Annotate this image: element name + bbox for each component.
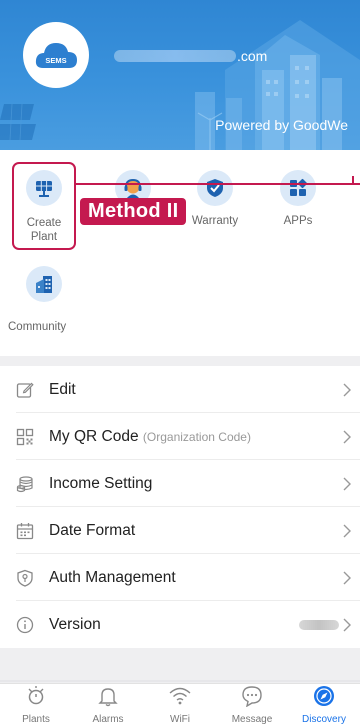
chevron-right-icon <box>343 430 351 443</box>
version-value-redacted <box>299 619 339 630</box>
divider <box>0 680 360 682</box>
tool-label: APPs <box>283 215 313 227</box>
apps-grid-icon <box>280 170 316 206</box>
tool-warranty[interactable]: Warranty <box>174 170 256 228</box>
chevron-right-icon <box>343 618 351 631</box>
chevron-right-icon <box>343 524 351 537</box>
powered-by-label: Powered by GoodWe <box>215 117 348 133</box>
account-email: .com <box>114 48 267 64</box>
chevron-right-icon <box>343 477 351 490</box>
menu-item-edit[interactable]: Edit <box>0 366 360 413</box>
tool-label: Community <box>8 321 67 333</box>
shield-key-icon <box>17 569 33 587</box>
menu-item-date-format[interactable]: Date Format <box>0 507 360 554</box>
community-building-icon <box>26 266 62 302</box>
tab-message[interactable]: Message <box>216 684 288 726</box>
menu-item-income-setting[interactable]: Income Setting <box>0 460 360 507</box>
bottom-tab-bar: Plants Alarms WiFi Message Discovery <box>0 683 360 726</box>
edit-icon <box>16 382 34 398</box>
email-redacted <box>114 50 236 62</box>
tool-label: Warranty <box>191 215 239 227</box>
chevron-right-icon <box>343 383 351 396</box>
menu-item-auth-management[interactable]: Auth Management <box>0 554 360 601</box>
annotation-method-label: Method II <box>80 198 187 225</box>
tab-discovery[interactable]: Discovery <box>288 684 360 726</box>
menu-label: Edit <box>49 380 76 398</box>
calendar-icon <box>16 522 34 539</box>
menu-item-version[interactable]: Version <box>0 601 360 648</box>
menu-label: Version <box>49 615 101 633</box>
settings-menu: Edit My QR Code (Organization Code) Inco… <box>0 366 360 648</box>
tab-alarms[interactable]: Alarms <box>72 684 144 726</box>
bell-icon <box>98 688 118 707</box>
qr-label: My QR Code <box>49 427 139 445</box>
tab-label: Message <box>231 714 273 725</box>
tool-community[interactable]: Community <box>3 266 85 334</box>
profile-header: SEMS .com Powered by GoodWe <box>0 0 360 150</box>
tool-apps[interactable]: APPs <box>257 170 339 228</box>
annotation-highlight-box <box>12 162 76 250</box>
menu-label: My QR Code (Organization Code) <box>49 428 251 446</box>
qr-code-icon <box>16 428 34 445</box>
menu-label: Auth Management <box>49 568 176 586</box>
logo-text: SEMS <box>45 56 66 65</box>
annotation-line <box>76 183 360 185</box>
email-suffix: .com <box>237 48 268 64</box>
chevron-right-icon <box>343 571 351 584</box>
menu-label: Income Setting <box>49 474 153 492</box>
avatar[interactable]: SEMS <box>23 22 89 88</box>
tab-label: Plants <box>22 714 50 725</box>
coins-icon <box>16 475 33 492</box>
qr-sublabel: (Organization Code) <box>142 429 251 444</box>
shield-check-icon <box>197 170 233 206</box>
tab-label: WiFi <box>170 714 190 725</box>
tab-label: Discovery <box>302 714 346 725</box>
info-icon <box>16 616 34 633</box>
annotation-line-end <box>352 176 354 184</box>
tab-plants[interactable]: Plants <box>0 684 72 726</box>
menu-item-my-qr-code[interactable]: My QR Code (Organization Code) <box>0 413 360 460</box>
sems-logo-icon: SEMS <box>35 43 77 68</box>
tab-wifi[interactable]: WiFi <box>144 684 216 726</box>
plant-icon <box>28 686 44 705</box>
compass-icon <box>314 686 334 706</box>
tab-label: Alarms <box>92 714 124 725</box>
menu-label: Date Format <box>49 521 136 539</box>
message-icon <box>242 686 262 708</box>
wifi-icon <box>169 687 191 705</box>
